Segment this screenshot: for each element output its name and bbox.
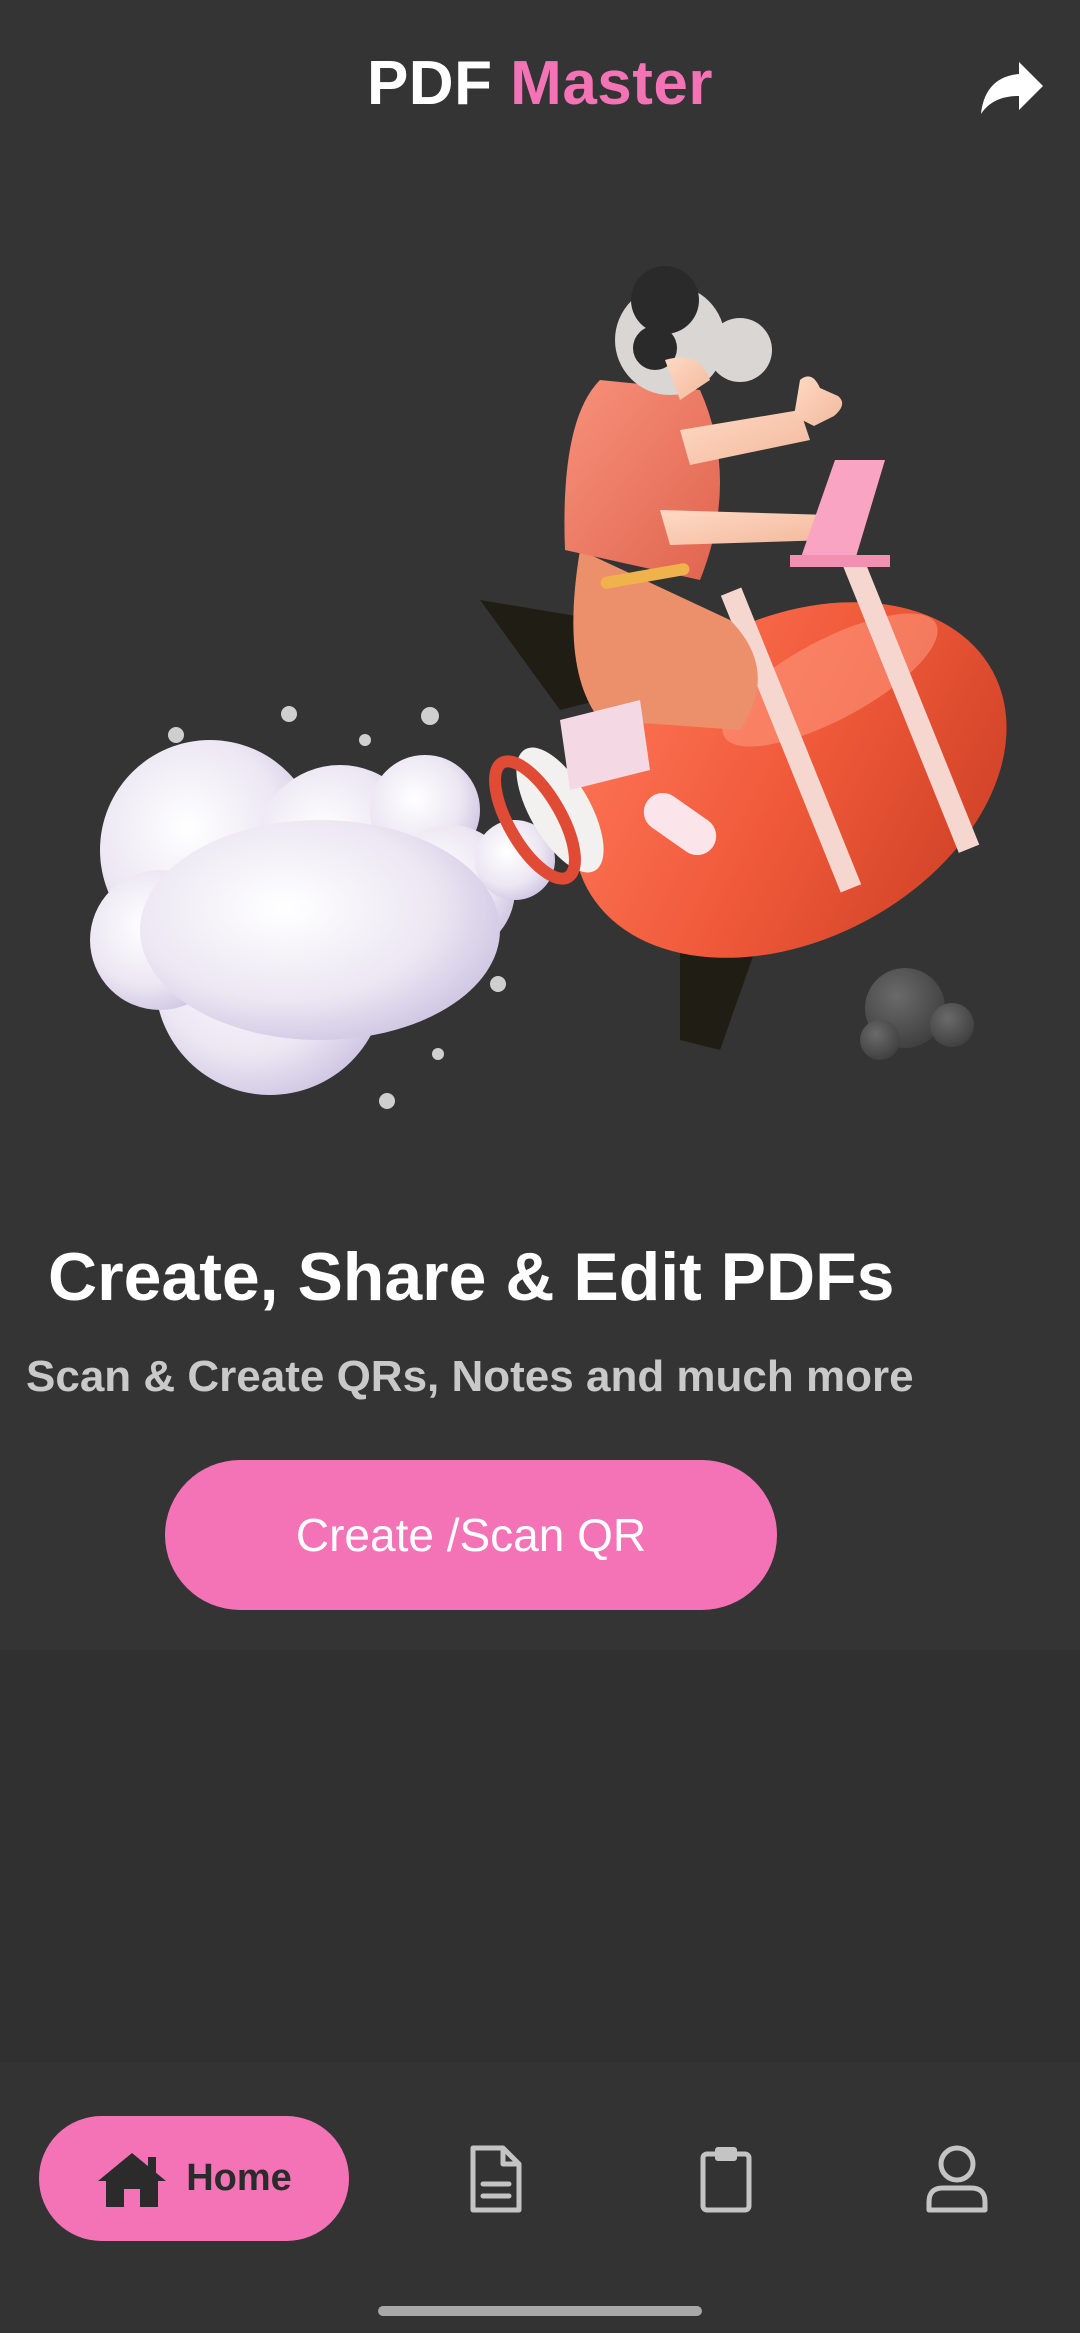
app-title: PDF Master	[0, 48, 1080, 119]
home-icon	[98, 2152, 167, 2207]
rocket-girl-illustration	[90, 266, 1007, 1109]
document-icon	[470, 2145, 522, 2213]
nav-item-profile[interactable]	[902, 2124, 1012, 2234]
home-indicator[interactable]	[378, 2306, 702, 2316]
content-area-background	[0, 1650, 1080, 2062]
app-title-master: Master	[510, 49, 714, 118]
nav-item-home[interactable]: Home	[39, 2116, 349, 2241]
create-scan-qr-button[interactable]: Create /Scan QR	[165, 1460, 777, 1610]
nav-item-documents[interactable]	[440, 2124, 550, 2234]
user-icon	[926, 2145, 988, 2213]
clipboard-icon	[700, 2147, 752, 2213]
nav-item-home-label: Home	[186, 2157, 292, 2199]
bottom-navigation: Home	[0, 2062, 1080, 2333]
nav-item-clipboard[interactable]	[671, 2124, 781, 2234]
headline: Create, Share & Edit PDFs	[48, 1239, 895, 1315]
share-button[interactable]	[972, 48, 1052, 128]
subheadline: Scan & Create QRs, Notes and much more	[26, 1352, 914, 1401]
hero-illustration	[40, 250, 1040, 1140]
app-title-pdf: PDF	[366, 49, 493, 118]
home-screen: PDF Master Create, Share & Edit PDFs Sca…	[0, 0, 1080, 2333]
share-forward-icon	[981, 62, 1043, 114]
